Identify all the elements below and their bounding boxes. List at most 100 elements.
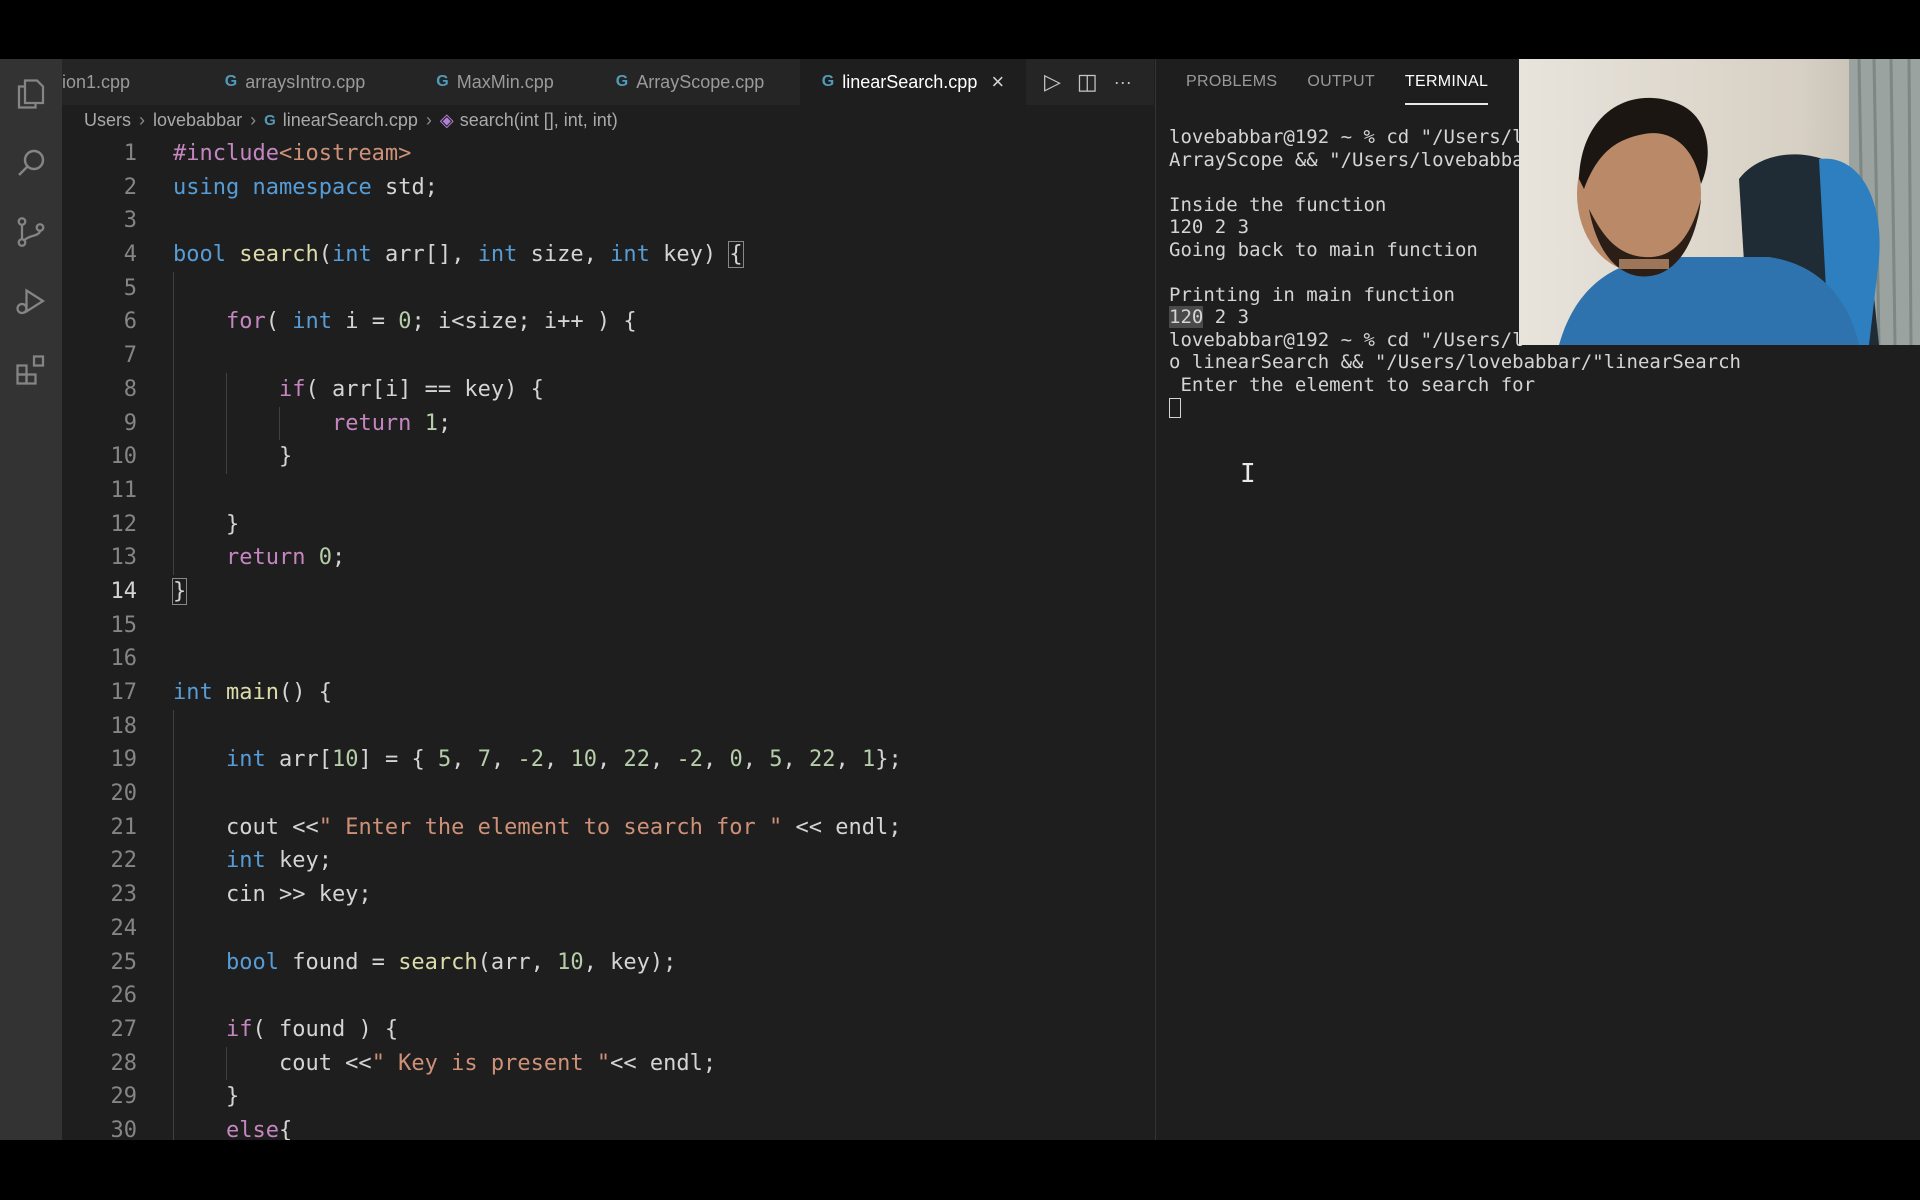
tab-terminal[interactable]: TERMINAL — [1404, 59, 1489, 105]
more-icon[interactable]: ··· — [1114, 72, 1132, 93]
code-line[interactable]: 23 cin >> key; — [62, 878, 1154, 912]
code-line[interactable]: 17 int main() { — [62, 676, 1154, 710]
code-line[interactable]: 26 — [62, 979, 1154, 1013]
code-area[interactable]: 1 #include<iostream> 2 using namespace std;… — [62, 137, 1154, 1140]
code-token: main — [226, 680, 279, 705]
run-debug-icon[interactable] — [11, 281, 51, 321]
code-line[interactable]: 6 for( int i = 0; i<size; i++ ) { — [62, 305, 1154, 340]
code-line[interactable]: 18 — [62, 709, 1154, 744]
tab-label: MaxMin.cpp — [456, 71, 554, 92]
code-line[interactable]: 15 — [62, 609, 1154, 643]
code-token: int — [292, 309, 332, 335]
tab-label: TERMINAL — [1404, 73, 1489, 90]
line-number: 24 — [110, 915, 138, 941]
code-line[interactable]: 25 bool found = search(arr, 10, key); — [62, 945, 1154, 980]
line-number: 6 — [123, 309, 137, 335]
code-line[interactable]: 10 } — [62, 440, 1154, 474]
code-line[interactable]: 20 — [62, 777, 1154, 811]
tab-file[interactable]: G MaxMin.cpp — [400, 59, 590, 105]
tab-file[interactable]: G arraysIntro.cpp — [190, 59, 400, 105]
indent-guide — [173, 777, 174, 811]
tab-problems[interactable]: PROBLEMS — [1186, 59, 1277, 105]
code-line[interactable]: 14} — [62, 575, 1154, 609]
code-token: search — [239, 242, 319, 268]
tab-active-file[interactable]: G linearSearch.cpp × — [800, 59, 1026, 105]
tab-file[interactable]: ion1.cpp — [62, 59, 190, 105]
code-token: bool — [225, 949, 279, 975]
line-number: 3 — [123, 208, 137, 234]
code-line[interactable]: 8 if( arr[i] == key) { — [62, 372, 1154, 407]
breadcrumb-user[interactable]: lovebabbar — [153, 110, 242, 131]
code-line[interactable]: 12 } — [62, 507, 1154, 542]
line-number: 8 — [123, 376, 137, 402]
code-token: using — [173, 174, 240, 200]
code-line[interactable]: 13 return 0; — [62, 541, 1154, 575]
code-line[interactable]: 2 using namespace std; — [62, 171, 1154, 205]
chevron-right-icon: › — [139, 109, 146, 130]
extensions-icon[interactable] — [11, 350, 51, 390]
split-editor-icon[interactable]: ◫ — [1077, 69, 1098, 95]
code-token: << endl; — [610, 1050, 717, 1076]
code-token: std; — [371, 174, 438, 200]
line-number: 30 — [110, 1117, 138, 1140]
code-line[interactable]: 27 if( found ) { — [62, 1012, 1154, 1047]
code-token: 7 — [477, 747, 491, 773]
search-icon[interactable] — [11, 143, 51, 183]
terminal-prompt-line[interactable] — [1169, 396, 1919, 419]
code-token: 1 — [861, 747, 876, 773]
code-line[interactable]: 4 bool search(int arr[], int size, int ke… — [62, 238, 1154, 272]
explorer-icon[interactable] — [11, 74, 51, 114]
code-line[interactable]: 3 — [62, 204, 1154, 238]
code-token: } — [173, 444, 293, 470]
code-token: ; i<size; i++ ) { — [411, 309, 637, 335]
line-number: 1 — [123, 141, 137, 166]
code-line[interactable]: 19 int arr[10] = { 5, 7, -2, 10, 22, -2,… — [62, 743, 1154, 778]
line-number: 14 — [110, 578, 138, 604]
indent-guide — [173, 271, 174, 306]
code-line[interactable]: 7 — [62, 339, 1154, 373]
code-token: ( — [318, 242, 332, 268]
code-token: , — [649, 747, 677, 773]
code-token: key) — [649, 242, 730, 268]
breadcrumb-file[interactable]: linearSearch.cpp — [283, 110, 418, 131]
code-token: { — [728, 241, 744, 269]
code-line[interactable]: 28 cout <<" Key is present "<< endl; — [62, 1046, 1154, 1081]
line-number: 26 — [110, 983, 138, 1009]
terminal-line: o linearSearch && "/Users/lovebabbar/"li… — [1169, 351, 1741, 373]
code-text: #include<iostream> — [173, 137, 411, 171]
code-token: if — [278, 376, 306, 402]
code-token: { — [278, 1117, 293, 1140]
breadcrumb-users[interactable]: Users — [84, 110, 131, 131]
code-text: return 0; — [173, 541, 345, 575]
run-icon[interactable]: ▷ — [1044, 69, 1061, 95]
code-line[interactable]: 11 — [62, 473, 1154, 508]
code-token: << endl; — [782, 814, 902, 840]
code-token: 5 — [437, 747, 452, 773]
tab-output[interactable]: OUTPUT — [1307, 59, 1375, 105]
indent-guide — [173, 979, 174, 1013]
code-line[interactable]: 22 int key; — [62, 844, 1154, 879]
line-number: 17 — [110, 680, 138, 705]
code-token: int — [173, 680, 213, 705]
code-line[interactable]: 1 #include<iostream> — [62, 137, 1154, 171]
code-line[interactable]: 30 else{ — [62, 1113, 1154, 1140]
indent-guide — [173, 339, 174, 373]
code-line[interactable]: 16 — [62, 642, 1154, 676]
close-icon[interactable]: × — [991, 69, 1004, 95]
breadcrumb-symbol[interactable]: search(int [], int, int) — [460, 110, 618, 131]
source-control-icon[interactable] — [11, 212, 51, 252]
code-line[interactable]: 24 — [62, 911, 1154, 946]
code-line[interactable]: 9 return 1; — [62, 406, 1154, 441]
code-text: if( found ) { — [173, 1013, 398, 1047]
code-line[interactable]: 21 cout <<" Enter the element to search … — [62, 810, 1154, 845]
code-text: bool found = search(arr, 10, key); — [173, 946, 676, 980]
cpp-file-icon: G — [436, 73, 449, 90]
code-line[interactable]: 29 } — [62, 1080, 1154, 1114]
code-line[interactable]: 5 — [62, 271, 1154, 306]
tab-file[interactable]: G ArrayScope.cpp — [590, 59, 790, 105]
